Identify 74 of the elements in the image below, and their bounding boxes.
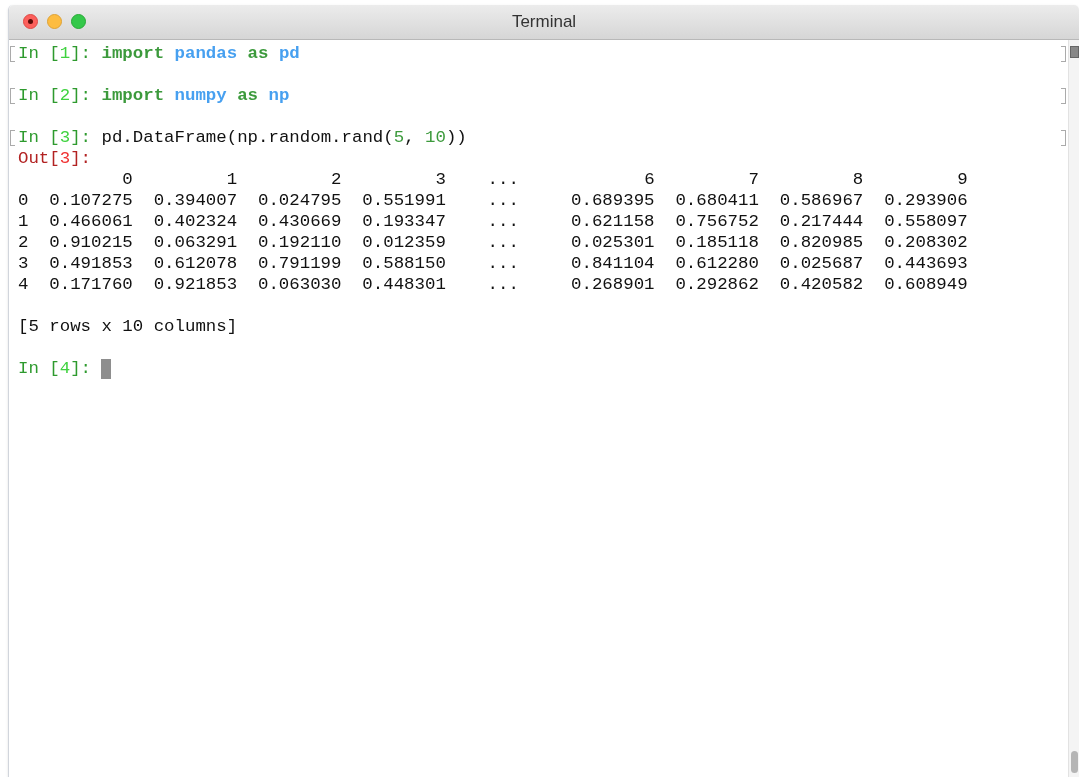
row-index: 1 <box>18 211 29 232</box>
table-cell: 0.586967 <box>779 190 864 211</box>
column-header: 9 <box>957 169 968 190</box>
table-cell: 0.491853 <box>49 253 133 274</box>
table-cell: 0.217444 <box>779 211 864 232</box>
input-prompt: In [1]: <box>18 43 92 64</box>
table-cell: ... <box>487 190 519 211</box>
table-cell: 0.171760 <box>49 274 133 295</box>
table-cell: 0.420582 <box>779 274 864 295</box>
table-cell: 0.621158 <box>571 211 655 232</box>
column-header: 7 <box>748 169 759 190</box>
table-cell: 0.292862 <box>675 274 759 295</box>
column-header: ... <box>487 169 519 190</box>
table-cell: 0.820985 <box>779 232 864 253</box>
table-cell: 0.588150 <box>362 253 446 274</box>
table-cell: 0.558097 <box>884 211 968 232</box>
table-cell: 0.208302 <box>884 232 968 253</box>
input-prompt: In [3]: <box>18 127 92 148</box>
column-header: 8 <box>852 169 864 190</box>
table-cell: 0.689395 <box>571 190 655 211</box>
table-cell: 0.025687 <box>779 253 864 274</box>
output-summary: [5 rows x 10 columns] <box>18 317 238 336</box>
table-cell: ... <box>487 274 519 295</box>
row-index: 0 <box>18 190 29 211</box>
table-cell: 0.293906 <box>884 190 968 211</box>
table-cell: 0.107275 <box>49 190 133 211</box>
table-cell: 0.192110 <box>258 232 342 253</box>
table-cell: 0.910215 <box>49 232 133 253</box>
input-prompt: In [4]: <box>18 358 92 379</box>
table-cell: 0.402324 <box>153 211 238 232</box>
column-header: 6 <box>644 169 655 190</box>
table-cell: 0.791199 <box>258 253 342 274</box>
table-cell: 0.024795 <box>258 190 342 211</box>
maximize-button[interactable] <box>71 14 86 29</box>
table-cell: 0.430669 <box>258 211 342 232</box>
row-index: 3 <box>18 253 29 274</box>
split-pane-icon[interactable] <box>1070 46 1079 58</box>
column-header: 3 <box>435 169 446 190</box>
table-cell: 0.193347 <box>362 211 446 232</box>
table-cell: ... <box>487 253 519 274</box>
column-header: 1 <box>226 169 238 190</box>
column-header: 0 <box>122 169 133 190</box>
table-cell: 0.025301 <box>571 232 655 253</box>
code-line: import pandas as pd <box>101 43 300 64</box>
row-index: 2 <box>18 232 29 253</box>
table-cell: 0.551991 <box>362 190 446 211</box>
close-button[interactable] <box>23 14 38 29</box>
table-cell: 0.921853 <box>153 274 238 295</box>
table-cell: ... <box>487 211 519 232</box>
minimize-button[interactable] <box>47 14 62 29</box>
scrollbar-thumb[interactable] <box>1071 751 1078 773</box>
column-header: 2 <box>331 169 342 190</box>
table-cell: 0.063030 <box>258 274 342 295</box>
row-index: 4 <box>18 274 29 295</box>
table-cell: 0.443693 <box>884 253 968 274</box>
table-cell: 0.612280 <box>675 253 759 274</box>
table-cell: 0.680411 <box>675 190 759 211</box>
table-cell: 0.841104 <box>571 253 655 274</box>
table-cell: 0.012359 <box>362 232 446 253</box>
table-cell: 0.268901 <box>571 274 655 295</box>
input-prompt: In [2]: <box>18 85 92 106</box>
table-cell: ... <box>487 232 519 253</box>
window-title: Terminal <box>511 11 577 34</box>
table-cell: 0.756752 <box>675 211 759 232</box>
code-line: import numpy as np <box>101 85 290 106</box>
table-cell: 0.448301 <box>362 274 446 295</box>
table-cell: 0.608949 <box>884 274 968 295</box>
table-cell: 0.063291 <box>153 232 238 253</box>
code-line: pd.DataFrame(np.random.rand(5, 10)) <box>101 127 467 148</box>
table-cell: 0.394007 <box>153 190 238 211</box>
table-cell: 0.612078 <box>153 253 238 274</box>
table-cell: 0.466061 <box>49 211 133 232</box>
output-prompt: Out[3]: <box>18 148 92 169</box>
table-cell: 0.185118 <box>675 232 759 253</box>
